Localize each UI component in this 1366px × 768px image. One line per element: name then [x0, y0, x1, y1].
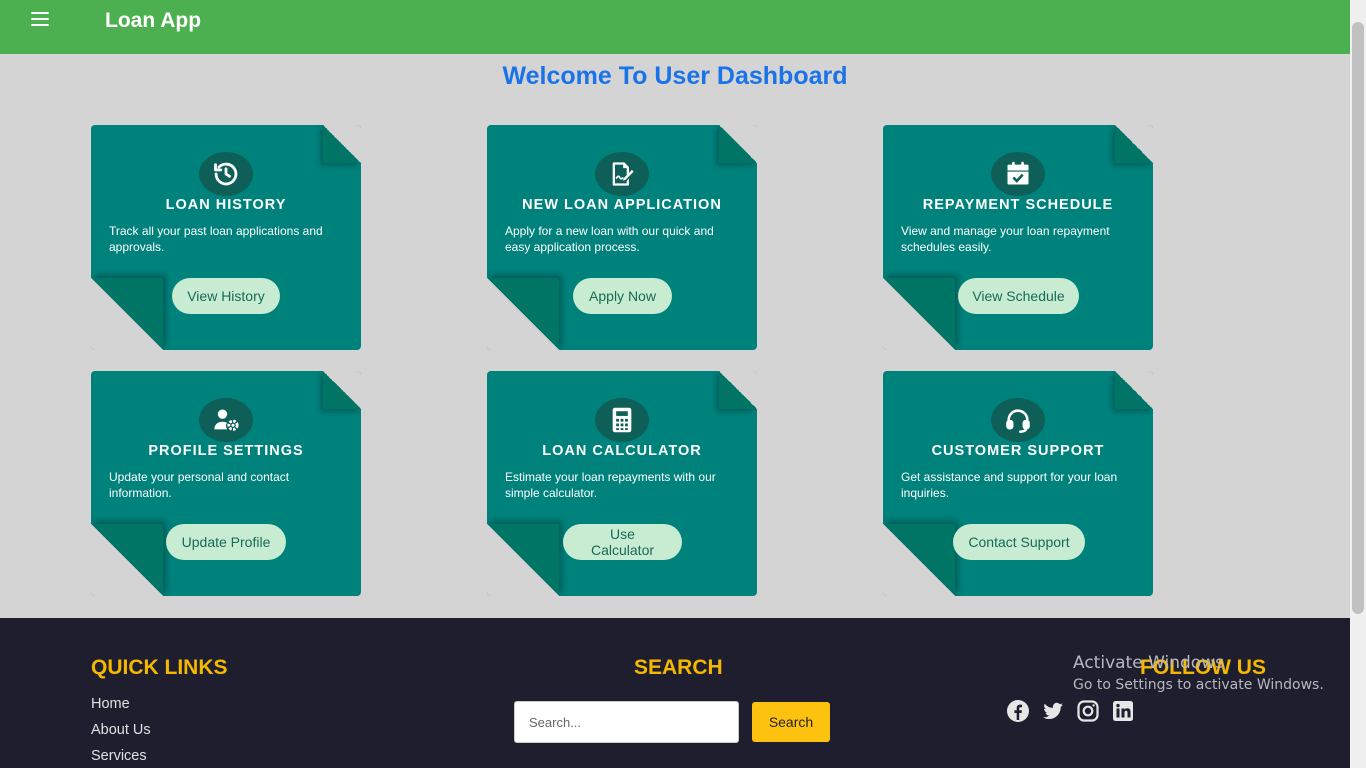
page-curl-decoration — [883, 524, 955, 596]
card-title: LOAN HISTORY — [165, 197, 287, 213]
page-title: Welcome To User Dashboard — [502, 62, 848, 90]
update-profile-button[interactable]: Update Profile — [166, 524, 286, 560]
footer-link-home[interactable]: Home — [91, 696, 130, 712]
history-icon — [199, 152, 253, 196]
linkedin-icon[interactable] — [1111, 699, 1135, 723]
apply-now-button[interactable]: Apply Now — [573, 278, 672, 314]
card-title: PROFILE SETTINGS — [148, 443, 304, 459]
instagram-icon[interactable] — [1076, 699, 1100, 723]
page-curl-decoration — [719, 125, 757, 163]
footer: QUICK LINKS Home About Us Services SEARC… — [0, 618, 1350, 768]
card-profile-settings: PROFILE SETTINGS Update your personal an… — [91, 371, 361, 596]
page-curl-decoration — [883, 278, 955, 350]
card-title: CUSTOMER SUPPORT — [931, 443, 1105, 459]
page-curl-decoration — [487, 278, 559, 350]
page-curl-decoration — [323, 371, 361, 409]
page-curl-decoration — [91, 278, 163, 350]
view-schedule-button[interactable]: View Schedule — [958, 278, 1079, 314]
footer-link-services[interactable]: Services — [91, 748, 147, 764]
card-description: Update your personal and contact informa… — [109, 470, 290, 500]
use-calculator-button[interactable]: Use Calculator — [563, 524, 682, 560]
card-title: NEW LOAN APPLICATION — [522, 197, 722, 213]
page-curl-decoration — [487, 524, 559, 596]
app-brand[interactable]: Loan App — [105, 9, 201, 33]
contact-support-button[interactable]: Contact Support — [953, 524, 1085, 560]
card-loan-history: LOAN HISTORY Track all your past loan ap… — [91, 125, 361, 350]
page-curl-decoration — [1115, 125, 1153, 163]
page-curl-decoration — [719, 371, 757, 409]
card-loan-calculator: LOAN CALCULATOR Estimate your loan repay… — [487, 371, 757, 596]
search-button[interactable]: Search — [752, 702, 830, 742]
card-customer-support: CUSTOMER SUPPORT Get assistance and supp… — [883, 371, 1153, 596]
card-description: Estimate your loan repayments with our s… — [505, 470, 716, 500]
calculator-icon — [595, 398, 649, 442]
page-curl-decoration — [1115, 371, 1153, 409]
file-signature-icon — [595, 152, 649, 196]
page-curl-decoration — [323, 125, 361, 163]
hamburger-menu-icon[interactable] — [31, 11, 49, 27]
page-curl-decoration — [91, 524, 163, 596]
card-title: LOAN CALCULATOR — [542, 443, 702, 459]
scrollbar-thumb[interactable] — [1352, 22, 1364, 614]
card-description: Get assistance and support for your loan… — [901, 470, 1118, 500]
search-heading: SEARCH — [634, 656, 723, 679]
headset-icon — [991, 398, 1045, 442]
view-history-button[interactable]: View History — [172, 278, 280, 314]
windows-activation-hint: Go to Settings to activate Windows. — [1073, 677, 1324, 693]
calendar-check-icon — [991, 152, 1045, 196]
footer-link-about-us[interactable]: About Us — [91, 722, 151, 738]
facebook-icon[interactable] — [1006, 699, 1030, 723]
card-repayment-schedule: REPAYMENT SCHEDULE View and manage your … — [883, 125, 1153, 350]
card-description: View and manage your loan repayment sche… — [901, 224, 1110, 254]
top-navbar: Loan App — [0, 0, 1350, 54]
card-title: REPAYMENT SCHEDULE — [922, 197, 1114, 213]
windows-activation-watermark: Activate Windows — [1073, 653, 1224, 673]
card-description: Apply for a new loan with our quick and … — [505, 224, 714, 254]
card-new-loan-application: NEW LOAN APPLICATION Apply for a new loa… — [487, 125, 757, 350]
quick-links-heading: QUICK LINKS — [91, 656, 228, 679]
search-input[interactable] — [514, 701, 739, 743]
card-description: Track all your past loan applications an… — [109, 224, 323, 254]
user-gear-icon — [199, 398, 253, 442]
twitter-icon[interactable] — [1041, 699, 1065, 723]
